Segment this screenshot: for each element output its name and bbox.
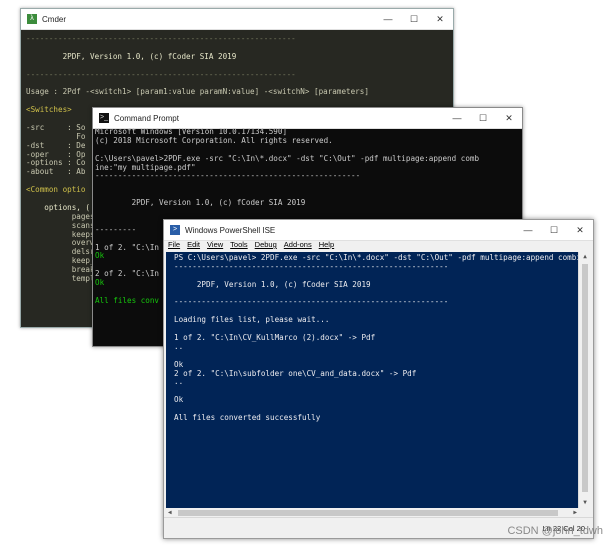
minimize-button[interactable]: — [444, 108, 470, 128]
console-line: 2 of 2. "C:\In\subfolder one\CV_and_data… [174, 368, 417, 378]
vertical-scroll-thumb[interactable] [582, 264, 588, 492]
console-line: ----------------------------------------… [174, 261, 449, 271]
console-line: ----------------------------------------… [26, 69, 296, 79]
cmd-titlebar[interactable]: >_ Command Prompt — ☐ ✕ [93, 108, 522, 129]
console-line: 2PDF, Version 1.0, (c) fCoder SIA 2019 [95, 198, 306, 208]
console-line: .. [174, 377, 184, 387]
horizontal-scroll-thumb[interactable] [178, 510, 558, 516]
scroll-down-icon[interactable]: ▼ [579, 498, 591, 508]
powershell-ise-window[interactable]: > Windows PowerShell ISE — ☐ ✕ File Edit… [163, 219, 594, 539]
close-button[interactable]: ✕ [496, 108, 522, 128]
console-line: Ok [174, 395, 184, 405]
lambda-icon: λ [27, 14, 37, 24]
cmder-titlebar[interactable]: λ Cmder — ☐ ✕ [21, 9, 453, 30]
ise-console[interactable]: PS C:\Users\pavel> 2PDF.exe -src "C:\In\… [166, 252, 579, 508]
scroll-up-icon[interactable]: ▲ [579, 252, 591, 262]
menu-edit[interactable]: Edit [187, 240, 200, 252]
vertical-scrollbar[interactable]: ▲ ▼ [578, 252, 591, 508]
console-line: 2PDF, Version 1.0, (c) fCoder SIA 2019 [26, 51, 237, 61]
ise-console-pane[interactable]: PS C:\Users\pavel> 2PDF.exe -src "C:\In\… [166, 252, 579, 508]
minimize-button[interactable]: — [375, 9, 401, 29]
menu-view[interactable]: View [207, 240, 223, 252]
ise-menubar: File Edit View Tools Debug Add-ons Help [164, 240, 593, 252]
ise-title: Windows PowerShell ISE [185, 225, 276, 235]
cmd-title: Command Prompt [114, 113, 179, 123]
console-line: (c) 2018 Microsoft Corporation. All righ… [95, 135, 333, 145]
close-button[interactable]: ✕ [427, 9, 453, 29]
console-line: ----------------------------------------… [26, 34, 296, 43]
console-icon: >_ [99, 113, 109, 123]
maximize-button[interactable]: ☐ [401, 9, 427, 29]
minimize-button[interactable]: — [515, 220, 541, 240]
console-line: 1 of 2. "C:\In\CV_KullMarco (2).docx" ->… [174, 333, 376, 343]
console-line: Loading files list, please wait... [174, 315, 330, 325]
console-line: All files converted successfully [174, 413, 321, 423]
maximize-button[interactable]: ☐ [541, 220, 567, 240]
menu-file[interactable]: File [168, 240, 180, 252]
console-line: .. [174, 341, 184, 351]
watermark: CSDN @john_tdwh [507, 525, 603, 537]
maximize-button[interactable]: ☐ [470, 108, 496, 128]
console-line: ----------------------------------------… [95, 171, 361, 181]
powershell-icon: > [170, 225, 180, 235]
cmder-title: Cmder [42, 14, 67, 24]
console-line: 2PDF, Version 1.0, (c) fCoder SIA 2019 [174, 279, 371, 289]
console-line: Usage : 2Pdf -<switch1> [param1:value pa… [26, 87, 369, 97]
menu-add-ons[interactable]: Add-ons [284, 240, 312, 252]
console-line: ----------------------------------------… [174, 297, 449, 307]
menu-help[interactable]: Help [319, 240, 334, 252]
ise-titlebar[interactable]: > Windows PowerShell ISE — ☐ ✕ [164, 220, 593, 241]
menu-tools[interactable]: Tools [230, 240, 248, 252]
menu-debug[interactable]: Debug [255, 240, 277, 252]
close-button[interactable]: ✕ [567, 220, 593, 240]
